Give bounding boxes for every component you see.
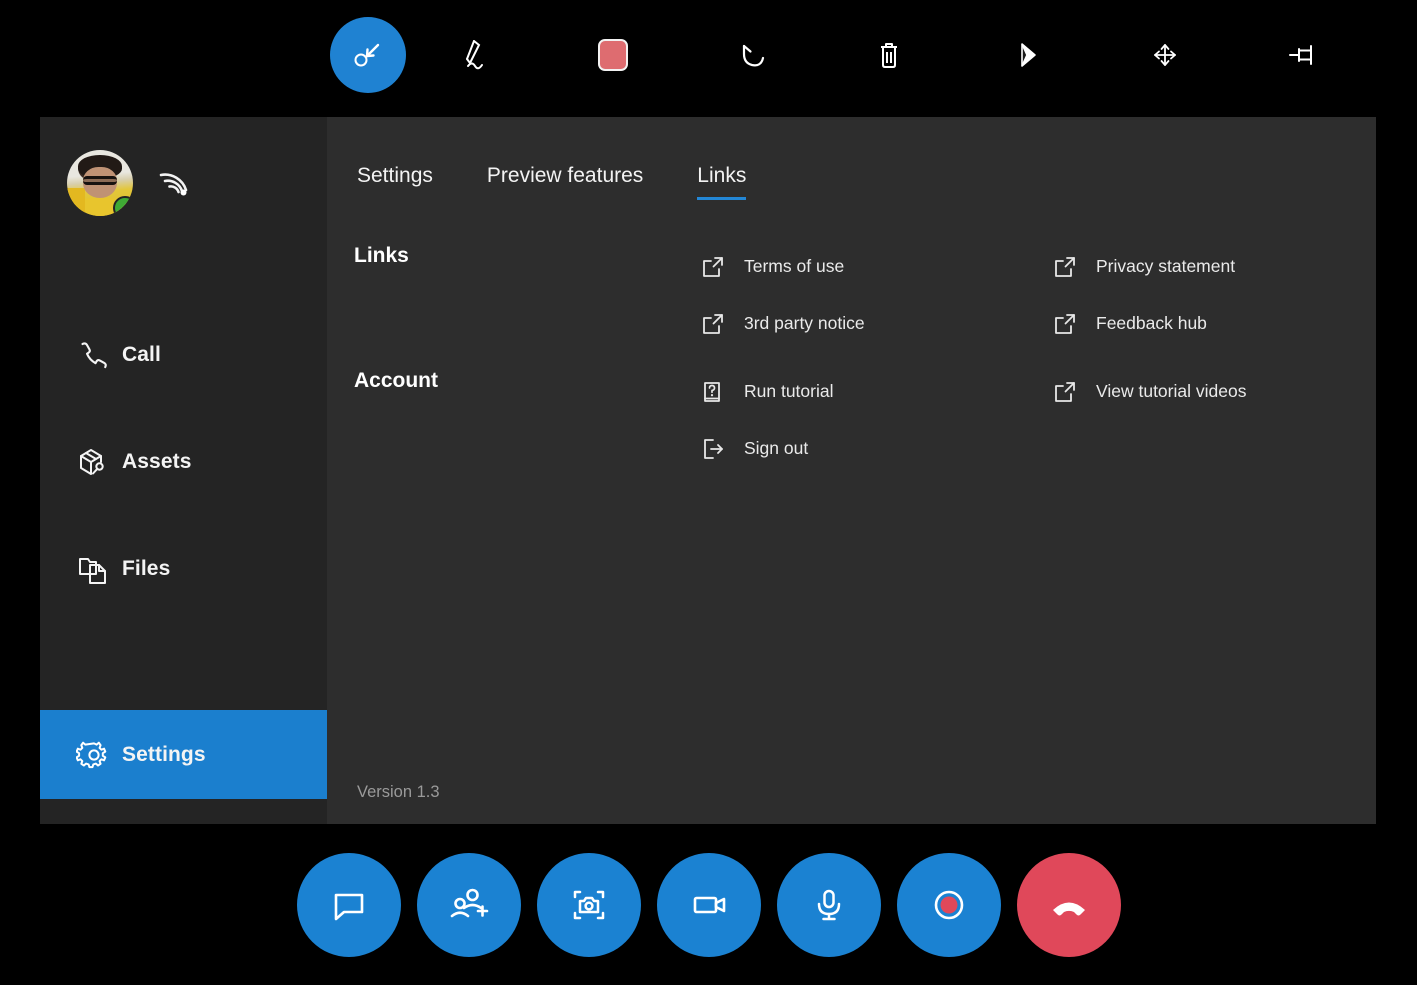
- end-call-button[interactable]: [1017, 853, 1121, 957]
- gear-icon: [76, 737, 122, 773]
- section-title: Links: [354, 238, 702, 352]
- links-sections: Links Terms of use: [327, 200, 1384, 477]
- link-column-right: Privacy statement Feedback hub: [1054, 238, 1384, 352]
- pin-tool-button[interactable]: [1234, 33, 1372, 77]
- link-column-left: Run tutorial Sign out: [702, 363, 1054, 477]
- avatar[interactable]: [67, 150, 133, 216]
- app-root: Call Assets: [0, 0, 1417, 985]
- files-icon: [76, 552, 122, 586]
- undo-arrow-icon: [731, 33, 771, 77]
- sidebar-item-call[interactable]: Call: [40, 322, 327, 388]
- link-label: Run tutorial: [744, 381, 834, 402]
- chat-bubble-icon: [325, 881, 373, 929]
- sidebar-item-files[interactable]: Files: [40, 536, 327, 602]
- pin-icon: [1281, 33, 1325, 77]
- wifi-icon: [155, 166, 195, 200]
- avatar-jacket: [67, 188, 85, 216]
- sidebar-item-settings[interactable]: Settings: [40, 710, 327, 799]
- profile-row: [40, 117, 327, 227]
- pen-ink-icon: [455, 33, 495, 77]
- color-swatch-icon: [598, 39, 628, 71]
- settings-window: Call Assets: [40, 117, 1376, 824]
- link-feedback-hub[interactable]: Feedback hub: [1054, 295, 1384, 352]
- tab-settings[interactable]: Settings: [357, 164, 433, 200]
- link-column-left: Terms of use 3rd party notice: [702, 238, 1054, 352]
- link-view-tutorial-videos[interactable]: View tutorial videos: [1054, 363, 1384, 420]
- link-label: Sign out: [744, 438, 808, 459]
- color-swatch-button[interactable]: [544, 39, 682, 71]
- link-label: 3rd party notice: [744, 313, 865, 334]
- sidebar-item-label: Call: [122, 343, 161, 367]
- record-button[interactable]: [897, 853, 1001, 957]
- link-label: View tutorial videos: [1096, 381, 1246, 402]
- annotation-toolbar: [0, 0, 1417, 110]
- link-label: Privacy statement: [1096, 256, 1235, 277]
- move-tool-button[interactable]: [1096, 33, 1234, 77]
- arrow-tool-button[interactable]: [958, 33, 1096, 77]
- phone-icon: [76, 338, 122, 372]
- assets-box-icon: [76, 445, 122, 479]
- sidebar-item-label: Files: [122, 557, 170, 581]
- select-tool-button[interactable]: [330, 17, 406, 93]
- tab-bar: Settings Preview features Links: [327, 117, 1384, 200]
- status-badge: [113, 196, 133, 216]
- video-button[interactable]: [657, 853, 761, 957]
- trash-icon: [869, 33, 909, 77]
- section-account: Account Run tutorial: [354, 363, 1384, 477]
- external-link-icon: [702, 256, 744, 278]
- external-link-icon: [702, 313, 744, 335]
- delete-button[interactable]: [820, 33, 958, 77]
- link-terms-of-use[interactable]: Terms of use: [702, 238, 1054, 295]
- link-label: Feedback hub: [1096, 313, 1207, 334]
- add-person-icon: [445, 881, 493, 929]
- link-run-tutorial[interactable]: Run tutorial: [702, 363, 1054, 420]
- tab-preview-features[interactable]: Preview features: [487, 164, 643, 200]
- camera-icon: [565, 881, 613, 929]
- link-privacy-statement[interactable]: Privacy statement: [1054, 238, 1384, 295]
- section-links: Links Terms of use: [354, 238, 1384, 352]
- external-link-icon: [1054, 381, 1096, 403]
- sidebar-item-label: Assets: [122, 450, 191, 474]
- link-3rd-party-notice[interactable]: 3rd party notice: [702, 295, 1054, 352]
- external-link-icon: [1054, 313, 1096, 335]
- send-arrow-icon: [1007, 33, 1047, 77]
- sign-out-icon: [702, 438, 744, 460]
- record-icon: [925, 881, 973, 929]
- tab-links[interactable]: Links: [697, 164, 746, 200]
- avatar-glasses: [83, 176, 117, 185]
- link-column-right: View tutorial videos: [1054, 363, 1384, 477]
- sidebar-item-label: Settings: [122, 743, 206, 767]
- call-controls-bar: [0, 824, 1417, 985]
- sidebar-item-assets[interactable]: Assets: [40, 429, 327, 495]
- help-book-icon: [702, 381, 744, 403]
- sidebar: Call Assets: [40, 117, 327, 824]
- ink-tool-button[interactable]: [406, 33, 544, 77]
- microphone-button[interactable]: [777, 853, 881, 957]
- screenshot-button[interactable]: [537, 853, 641, 957]
- video-camera-icon: [685, 881, 733, 929]
- chat-button[interactable]: [297, 853, 401, 957]
- link-sign-out[interactable]: Sign out: [702, 420, 1054, 477]
- end-call-icon: [1045, 881, 1093, 929]
- undo-button[interactable]: [682, 33, 820, 77]
- version-label: Version 1.3: [357, 783, 440, 802]
- add-people-button[interactable]: [417, 853, 521, 957]
- microphone-icon: [805, 881, 853, 929]
- external-link-icon: [1054, 256, 1096, 278]
- move-four-arrows-icon: [1145, 33, 1185, 77]
- settings-content: Settings Preview features Links Links: [327, 117, 1384, 824]
- section-title: Account: [354, 363, 702, 477]
- link-label: Terms of use: [744, 256, 844, 277]
- cursor-select-icon: [348, 35, 388, 75]
